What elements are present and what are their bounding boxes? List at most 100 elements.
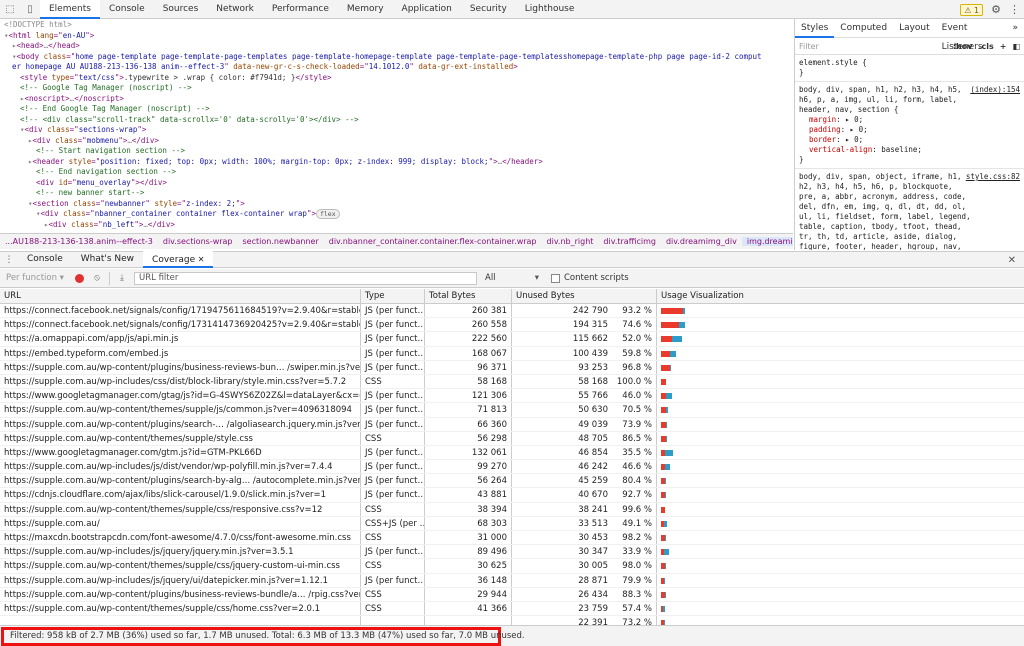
drawer-tab-console[interactable]: Console: [18, 251, 72, 268]
table-row[interactable]: https://supple.com.au/wp-includes/css/di…: [0, 374, 1024, 390]
breadcrumb-item[interactable]: div.sections-wrap: [158, 237, 238, 246]
table-row[interactable]: https://supple.com.au/wp-includes/js/dis…: [0, 460, 1024, 475]
tab-elements[interactable]: Elements: [40, 0, 100, 19]
drawer-tab-coverage[interactable]: Coverage ✕: [143, 251, 214, 268]
table-row[interactable]: https://supple.com.au/wp-content/plugins…: [0, 360, 1024, 375]
column-header-unused-bytes[interactable]: Unused Bytes: [512, 289, 657, 303]
dom-node-line[interactable]: ▸<div class="nb_left">…</div>: [0, 220, 793, 231]
flex-badge[interactable]: flex: [315, 209, 340, 219]
device-toggle-icon[interactable]: ▯: [20, 0, 40, 19]
hov-toggle[interactable]: :hov: [953, 42, 973, 51]
tab-lighthouse[interactable]: Lighthouse: [516, 0, 584, 19]
table-row[interactable]: https://a.omappapi.com/app/js/api.min.js…: [0, 332, 1024, 347]
breadcrumb-item[interactable]: div.dreamimg_div: [661, 237, 742, 246]
dom-node-line[interactable]: <!-- new banner start-->: [0, 188, 793, 199]
sidebar-toggle-icon[interactable]: ◧: [1012, 42, 1020, 51]
warning-badge[interactable]: ⚠ 1: [960, 3, 984, 16]
checkbox-box[interactable]: [551, 273, 560, 283]
tab-memory[interactable]: Memory: [338, 0, 393, 19]
add-rule-icon[interactable]: +: [1000, 42, 1007, 51]
tab-application[interactable]: Application: [393, 0, 461, 19]
dom-node-line[interactable]: ▾<section class="newbanner" style="z-ind…: [0, 199, 793, 210]
inspect-element-icon[interactable]: ⬚: [0, 0, 20, 19]
table-row[interactable]: 22 391 73.2 %: [0, 616, 1024, 625]
dom-node-line[interactable]: ▸<head>…</head>: [0, 41, 793, 52]
breadcrumb-item[interactable]: section.newbanner: [238, 237, 324, 246]
breadcrumb-item[interactable]: div.trafficimg: [598, 237, 661, 246]
dom-node-line[interactable]: <div id="menu_overlay"></div>: [0, 178, 793, 189]
tab-performance[interactable]: Performance: [263, 0, 338, 19]
table-row[interactable]: https://supple.com.au/wp-content/themes/…: [0, 502, 1024, 517]
cls-toggle[interactable]: .cls: [978, 42, 993, 51]
styles-tab-layout[interactable]: Layout: [893, 19, 936, 38]
rule-source-link[interactable]: (index):154: [970, 85, 1020, 95]
dom-node-line[interactable]: <!-- Start navigation section -->: [0, 146, 793, 157]
table-row[interactable]: https://www.googletagmanager.com/gtag/js…: [0, 389, 1024, 404]
table-row[interactable]: https://cdnjs.cloudflare.com/ajax/libs/s…: [0, 488, 1024, 503]
more-menu-icon[interactable]: ⋮: [1009, 3, 1020, 16]
table-row[interactable]: https://supple.com.au/wp-content/themes/…: [0, 403, 1024, 418]
table-row[interactable]: https://supple.com.au/wp-content/themes/…: [0, 601, 1024, 617]
tab-network[interactable]: Network: [207, 0, 263, 19]
styles-tab-styles[interactable]: Styles: [795, 19, 835, 38]
column-header-type[interactable]: Type: [361, 289, 425, 303]
url-filter-input[interactable]: URL filter: [134, 271, 477, 285]
breadcrumb-item[interactable]: img.dreamimg: [741, 237, 793, 246]
dom-node-line[interactable]: <!-- <div class="scroll-track" data-scro…: [0, 115, 793, 126]
drawer-tab-what-s-new[interactable]: What's New: [72, 251, 143, 268]
dom-node-line[interactable]: ▾<div class="nbanner_container container…: [0, 209, 793, 220]
breadcrumb-item[interactable]: ...AU188-213-136-138.anim--effect-3: [0, 237, 158, 246]
styles-tab-computed[interactable]: Computed: [834, 19, 893, 38]
per-function-select[interactable]: Per function ▾: [0, 273, 70, 283]
type-select[interactable]: All ▾: [485, 272, 543, 285]
column-header-total-bytes[interactable]: Total Bytes: [425, 289, 512, 303]
breadcrumb-item[interactable]: div.nbanner_container.container.flex-con…: [324, 237, 542, 246]
dom-node-line[interactable]: ▸<noscript>…</noscript>: [0, 94, 793, 105]
table-row[interactable]: https://supple.com.au/wp-includes/js/jqu…: [0, 573, 1024, 588]
styles-filter-input[interactable]: Filter: [799, 42, 947, 51]
dom-node-line[interactable]: <!DOCTYPE html>: [0, 20, 793, 31]
table-row[interactable]: https://supple.com.au/wp-content/plugins…: [0, 417, 1024, 432]
table-row[interactable]: https://supple.com.au/wp-content/plugins…: [0, 474, 1024, 489]
dom-node-line[interactable]: er homepage AU AU188-213-136-138 anim--e…: [0, 62, 793, 73]
table-row[interactable]: https://supple.com.au/wp-content/themes/…: [0, 431, 1024, 446]
dom-node-line[interactable]: ▾<html lang="en-AU">: [0, 31, 793, 42]
settings-gear-icon[interactable]: ⚙: [991, 3, 1001, 16]
content-scripts-checkbox[interactable]: Content scripts: [551, 273, 629, 283]
rule-source-link[interactable]: style.css:82: [966, 172, 1020, 182]
drawer-menu-icon[interactable]: ⋮: [0, 255, 18, 265]
css-property[interactable]: margin: ▸ 0;: [799, 115, 1020, 125]
tab-console[interactable]: Console: [100, 0, 154, 19]
css-property[interactable]: vertical-align: baseline;: [799, 145, 1020, 155]
close-drawer-icon[interactable]: ✕: [1008, 252, 1016, 269]
styles-tab-event-listeners[interactable]: Event Listeners: [936, 19, 1007, 52]
close-tab-icon[interactable]: ✕: [195, 255, 205, 264]
record-icon[interactable]: [75, 273, 84, 283]
table-row[interactable]: https://connect.facebook.net/signals/con…: [0, 318, 1024, 333]
css-property[interactable]: border: ▸ 0;: [799, 135, 1020, 145]
dom-node-line[interactable]: ▾<div class="sections-wrap">: [0, 125, 793, 136]
breadcrumb-item[interactable]: div.nb_right: [542, 237, 599, 246]
dom-node-line[interactable]: <!-- End Google Tag Manager (noscript) -…: [0, 104, 793, 115]
css-property[interactable]: padding: ▸ 0;: [799, 125, 1020, 135]
tab-security[interactable]: Security: [461, 0, 516, 19]
column-header-url[interactable]: URL: [0, 289, 361, 303]
dom-node-line[interactable]: <!-- End navigation section -->: [0, 167, 793, 178]
tab-sources[interactable]: Sources: [154, 0, 208, 19]
table-row[interactable]: https://supple.com.au/wp-content/plugins…: [0, 587, 1024, 602]
table-row[interactable]: https://connect.facebook.net/signals/con…: [0, 304, 1024, 319]
table-row[interactable]: https://www.googletagmanager.com/gtm.js?…: [0, 445, 1024, 461]
clear-icon[interactable]: ⦸: [89, 273, 105, 283]
table-row[interactable]: https://supple.com.au/wp-content/themes/…: [0, 559, 1024, 574]
dom-node-line[interactable]: ▾<body class="home page-template page-te…: [0, 52, 793, 63]
dom-node-line[interactable]: <!-- Google Tag Manager (noscript) -->: [0, 83, 793, 94]
export-icon[interactable]: ⤓: [114, 273, 130, 283]
table-row[interactable]: https://embed.typeform.com/embed.js JS (p…: [0, 346, 1024, 361]
elements-dom-tree[interactable]: <!DOCTYPE html> ▾<html lang="en-AU"> ▸<hea…: [0, 19, 793, 233]
table-row[interactable]: https://supple.com.au/wp-includes/js/jqu…: [0, 545, 1024, 560]
table-row[interactable]: https://supple.com.au/CSS+JS (per … 68 30…: [0, 516, 1024, 531]
dom-node-line[interactable]: <style type="text/css">.typewrite > .wra…: [0, 73, 793, 84]
table-row[interactable]: https://maxcdn.bootstrapcdn.com/font-awe…: [0, 531, 1024, 546]
column-header-usage-visualization[interactable]: Usage Visualization: [657, 289, 1024, 303]
dom-node-line[interactable]: ▸<header style="position: fixed; top: 0p…: [0, 157, 793, 168]
